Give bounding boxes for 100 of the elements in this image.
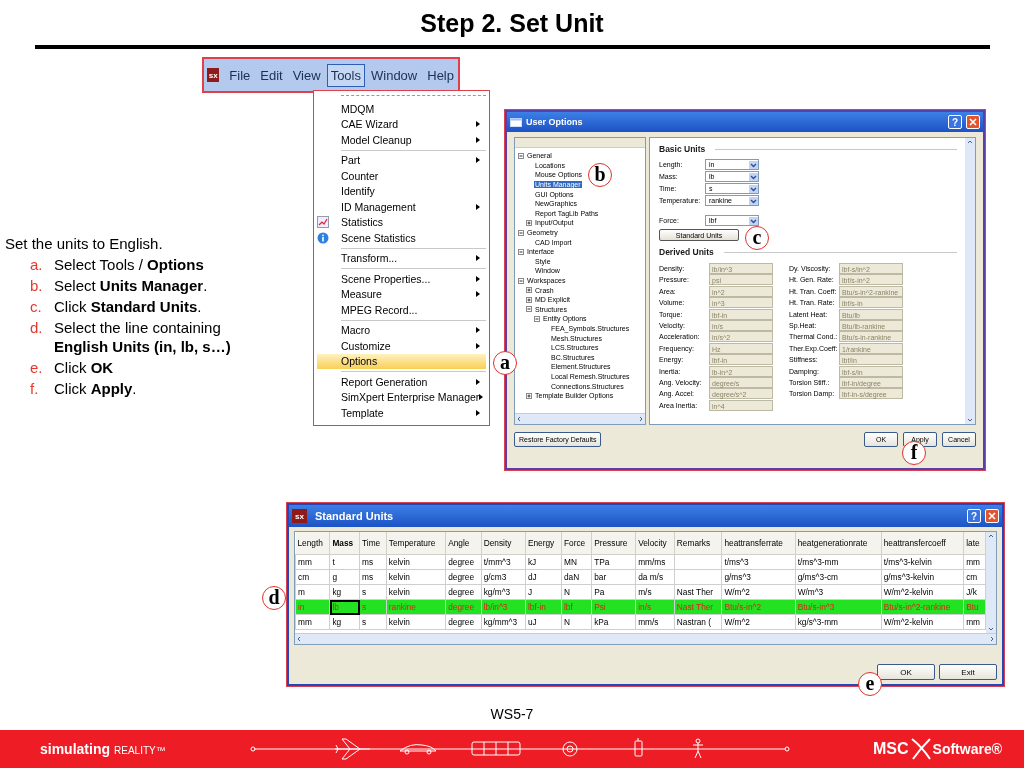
column-header[interactable]: Mass [329,532,360,555]
window-title: User Options [526,117,584,127]
column-header[interactable]: heatgenerationrate [795,532,882,555]
column-header[interactable]: heattransfercoeff [881,532,964,555]
scroll-left-icon[interactable] [295,635,303,643]
collapse-toggle-icon[interactable] [518,277,524,284]
table-cell: bar [591,569,636,585]
vertical-scrollbar[interactable] [965,138,975,424]
table-row[interactable]: cm g ms kelvin degree g/cm3 dJ daN bar da m/s g/ms^3 g/ms^3-cm g/ms^3-kelvin cm [295,569,986,585]
table-row[interactable]: mm t ms kelvin degree t/mm^3 kJ MN TPa mm/ms t/ms^3 t/ms^3-mm t/ms^3-kelvin mm [295,554,986,570]
column-header[interactable]: Temperature [386,532,446,555]
brand-suffix: Software® [932,741,1002,757]
exit-button[interactable]: Exit [939,664,997,680]
close-button[interactable] [985,509,999,523]
collapse-toggle-icon[interactable] [518,152,524,159]
column-header[interactable]: late [963,532,986,555]
column-header[interactable]: Length [295,532,330,555]
menu-item[interactable]: Scene Properties... [317,271,486,287]
menu-item[interactable]: Counter [317,168,486,184]
scroll-up-icon[interactable] [987,532,995,540]
column-header[interactable]: Velocity [635,532,675,555]
column-header[interactable]: Time [359,532,387,555]
scroll-down-icon[interactable] [966,416,974,424]
menu-item[interactable]: Model Cleanup [317,132,486,148]
menu-item[interactable]: Report Generation [317,374,486,390]
menu-item[interactable]: SimXpert Enterprise Manager [317,389,486,405]
collapse-toggle-icon[interactable] [518,248,524,255]
column-header[interactable]: Energy [525,532,562,555]
callout-marker: a [493,351,517,375]
help-button[interactable]: ? [948,115,962,129]
close-button[interactable] [966,115,980,129]
menu-item[interactable]: ID Management [317,199,486,215]
step-marker: a. [30,255,44,275]
help-button[interactable]: ? [967,509,981,523]
expand-toggle-icon[interactable] [526,287,532,294]
menu-item[interactable]: Measure [317,286,486,302]
table-cell: degree [445,554,482,570]
menu-item[interactable]: Transform... [317,250,486,266]
table-row[interactable]: mm kg s kelvin degree kg/mm^3 uJ N kPa mm/s Nastran ( W/m^2 kg/s^3-mm W/m^2-kelvin mm [295,614,986,630]
ok-button[interactable]: OK [877,664,935,680]
expand-toggle-icon[interactable] [526,392,532,399]
menu-item[interactable]: Scene Statistics [317,230,486,246]
table-cell: J/k [963,584,986,600]
menu-item[interactable]: Macro [317,322,486,338]
menu-item[interactable]: Template [317,405,486,421]
column-header[interactable]: Remarks [674,532,722,555]
scroll-up-icon[interactable] [966,138,974,146]
table-cell: TPa [591,554,636,570]
menu-item[interactable]: Statistics [317,214,486,230]
expand-toggle-icon[interactable] [526,296,532,303]
slide-title: Step 2. Set Unit [420,8,604,38]
menu-item[interactable]: MDQM [317,101,486,117]
close-icon [969,118,977,126]
menu-item[interactable]: Help [423,63,458,87]
column-header[interactable]: Force [561,532,592,555]
table-cell: Nast Ther [674,584,722,600]
table-cell: degree [445,584,482,600]
collapse-toggle-icon[interactable] [518,229,524,236]
column-header[interactable]: heattransferrate [721,532,796,555]
collapse-toggle-icon[interactable] [526,306,532,313]
horizontal-scrollbar[interactable] [295,633,996,644]
horizontal-scrollbar[interactable] [515,413,645,424]
table-cell: cm [295,569,330,585]
expand-toggle-icon[interactable] [526,219,532,226]
table-cell: g/cm3 [481,569,526,585]
window-icon [510,117,522,127]
menu-item[interactable]: Edit [256,63,287,87]
table-cell: W/m^2 [721,584,796,600]
menu-item[interactable]: File [225,63,255,87]
table-cell: ms [359,554,387,570]
collapse-toggle-icon[interactable] [534,315,540,322]
table-cell: kJ [525,554,562,570]
menu-item[interactable]: View [288,63,325,87]
scroll-left-icon[interactable] [515,415,523,423]
menu-item[interactable]: CAE Wizard [317,116,486,132]
table-cell: g/ms^3-cm [795,569,882,585]
column-header[interactable]: Pressure [591,532,636,555]
menu-item[interactable]: Window [367,63,422,87]
scroll-right-icon[interactable] [637,415,645,423]
menu-item[interactable]: Customize [317,338,486,354]
menu-item[interactable]: Part [317,152,486,168]
menu-item[interactable]: Tools [326,63,365,87]
menu-item[interactable]: Options [317,353,486,369]
tagline: simulating [40,741,110,757]
table-row[interactable]: m kg s kelvin degree kg/m^3 J N Pa m/s Nast Ther W/m^2 W/m^3 W/m^2-kelvin J/k [295,584,986,600]
page-number: WS5-7 [490,706,534,722]
scroll-down-icon[interactable] [987,625,995,633]
table-cell: kelvin [386,554,446,570]
step-marker: b. [30,276,44,296]
table-cell: m [295,584,330,600]
column-header[interactable]: Angle [445,532,482,555]
menu-item[interactable]: MPEG Record... [317,302,486,318]
table-cell: W/m^3 [795,584,882,600]
scroll-right-icon[interactable] [988,635,996,643]
column-header[interactable]: Density [481,532,526,555]
vertical-scrollbar[interactable] [986,532,996,633]
table-cell: kg [329,584,360,600]
table-cell: mm/ms [635,554,675,570]
menu-item[interactable]: Identify [317,183,486,199]
step-text: Select Units Manager. [54,276,209,296]
